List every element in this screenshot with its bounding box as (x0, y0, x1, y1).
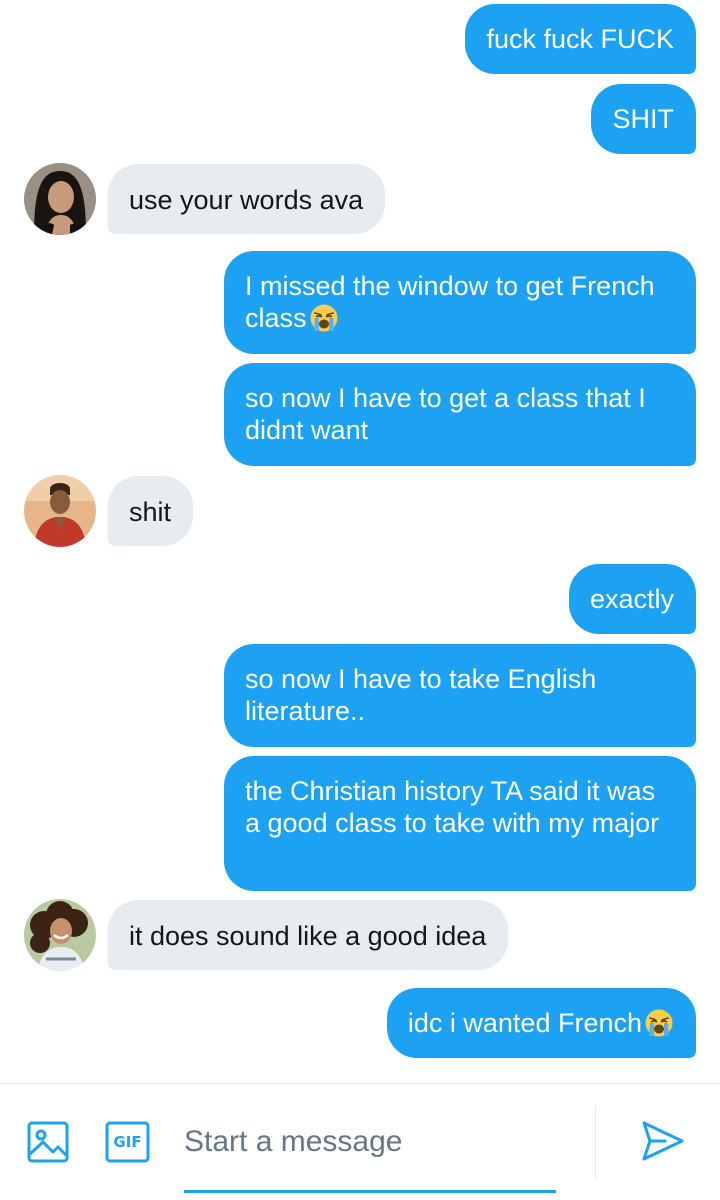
message-text: exactly (589, 584, 674, 614)
message-text: so now I have to take English literature… (245, 664, 597, 726)
dm-conversation: fuck fuck FUCK SHIT use your words ava I… (0, 0, 720, 1200)
loudly-crying-face-icon (645, 1009, 673, 1037)
avatar-woman-curly-hair-icon (24, 899, 96, 971)
add-media-button[interactable] (27, 1121, 69, 1163)
avatar-woman-dark-hair-icon (24, 163, 96, 235)
message-text: shit (129, 497, 172, 527)
avatar-man-red-shirt-icon (24, 475, 96, 547)
image-icon (27, 1121, 69, 1163)
message-text: SHIT (612, 104, 674, 134)
message-bubble-outgoing[interactable]: so now I have to get a class that I didn… (224, 363, 696, 466)
message-bubble-incoming[interactable]: shit (108, 476, 194, 546)
message-input[interactable] (184, 1118, 554, 1166)
message-bubble-outgoing[interactable]: fuck fuck FUCK (465, 4, 696, 74)
gif-label: GIF (113, 1133, 142, 1151)
avatar[interactable] (24, 475, 96, 547)
message-bubble-incoming[interactable]: use your words ava (108, 164, 386, 234)
message-text: idc i wanted French (407, 1008, 642, 1038)
message-bubble-outgoing[interactable]: exactly (568, 564, 696, 634)
send-button[interactable] (641, 1119, 685, 1163)
message-bubble-outgoing[interactable]: I missed the window to get French class (224, 251, 696, 354)
send-icon (642, 1121, 684, 1161)
composer-divider (595, 1106, 596, 1178)
avatar[interactable] (24, 163, 96, 235)
add-gif-button[interactable]: GIF (105, 1121, 150, 1163)
message-text: the Christian history TA said it was a g… (245, 776, 660, 838)
message-bubble-outgoing[interactable]: so now I have to take English literature… (224, 644, 696, 747)
message-bubble-outgoing[interactable]: SHIT (591, 84, 696, 154)
message-text: fuck fuck FUCK (486, 24, 674, 54)
message-bubble-incoming[interactable]: it does sound like a good idea (108, 900, 509, 970)
message-bubble-outgoing[interactable]: the Christian history TA said it was a g… (224, 756, 696, 891)
message-text: it does sound like a good idea (129, 921, 487, 951)
message-text: I missed the window to get French class (245, 271, 655, 333)
loudly-crying-face-icon (310, 304, 338, 332)
avatar[interactable] (24, 899, 96, 971)
message-text: use your words ava (129, 185, 364, 215)
message-bubble-outgoing[interactable]: idc i wanted French (386, 988, 696, 1058)
input-underline (184, 1190, 556, 1193)
message-composer: GIF (0, 1083, 720, 1200)
message-text: so now I have to get a class that I didn… (245, 383, 646, 445)
